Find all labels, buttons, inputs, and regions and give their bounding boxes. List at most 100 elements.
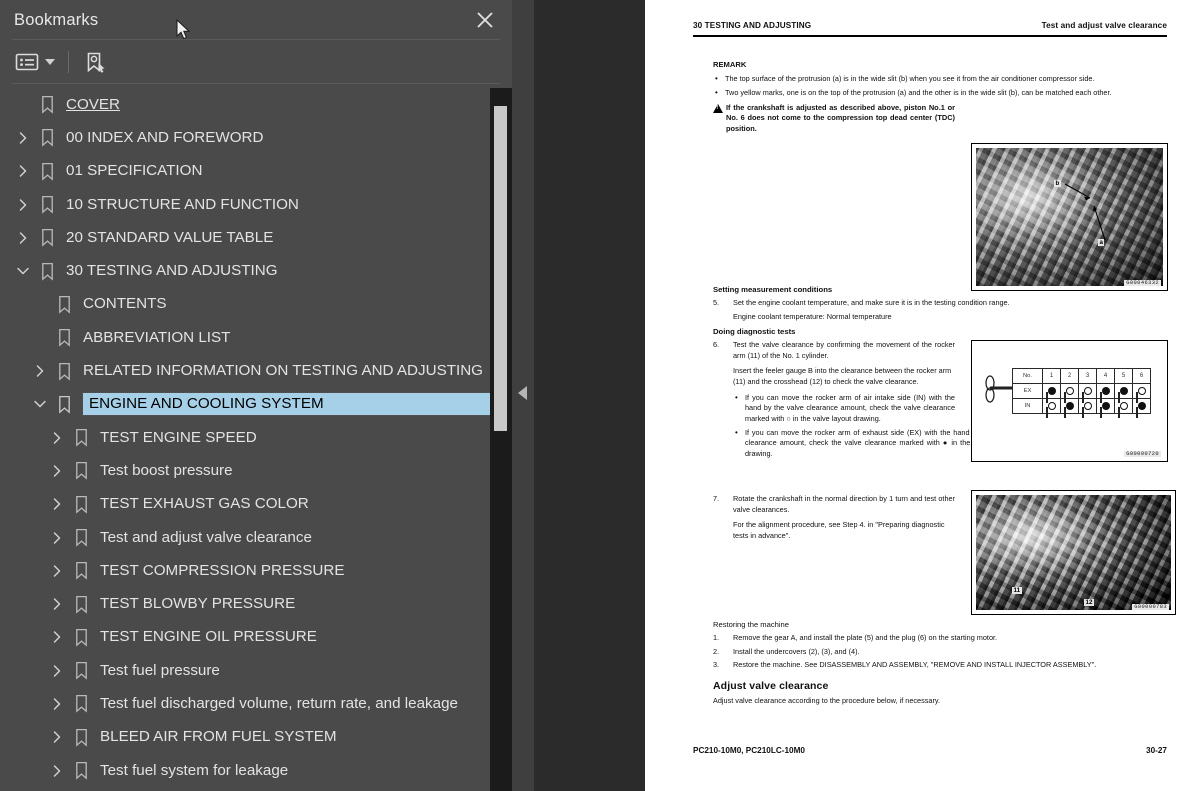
chevron-right-icon[interactable] [44,658,70,684]
scrollbar-thumb[interactable] [494,106,507,431]
toolbar-divider [68,51,69,73]
step-5: 5. Set the engine coolant temperature, a… [713,298,1167,309]
bookmark-label: 30 TESTING AND ADJUSTING [66,262,278,280]
step-6: 6. Test the valve clearance by confirmin… [713,340,955,361]
chevron-right-icon[interactable] [44,624,70,650]
bookmark-item[interactable]: CONTENTS [0,288,512,321]
restore-step-1: 1. Remove the gear A, and install the pl… [713,633,1167,644]
bookmark-item[interactable]: BLEED AIR FROM FUEL SYSTEM [0,721,512,754]
remark-bullet-list: The top surface of the protrusion (a) is… [713,73,1167,99]
chevron-right-icon[interactable] [10,192,36,218]
bookmark-label: TEST EXHAUST GAS COLOR [100,495,309,513]
bookmark-item[interactable]: TEST EXHAUST GAS COLOR [0,488,512,521]
step-number: 5. [713,298,720,307]
bookmark-label: TEST COMPRESSION PRESSURE [100,561,345,579]
bookmark-item[interactable]: Test fuel pressure [0,654,512,687]
bookmark-icon [70,593,92,615]
list-options-button[interactable] [14,47,55,77]
chevron-down-icon[interactable] [10,258,36,284]
chevron-right-icon[interactable] [10,158,36,184]
bookmarks-tree[interactable]: COVER 00 INDEX AND FOREWORD 01 SPECIFICATI… [0,88,512,791]
bookmark-icon [36,194,58,216]
bookmark-item[interactable]: TEST COMPRESSION PRESSURE [0,554,512,587]
panel-splitter[interactable] [512,0,534,791]
step-number: 2. [713,646,720,656]
bookmark-item[interactable]: 01 SPECIFICATION [0,155,512,188]
section-heading-restoring: Restoring the machine [713,620,789,629]
bookmark-item[interactable]: COVER [0,88,512,121]
bookmark-item[interactable]: RELATED INFORMATION ON TESTING AND ADJUS… [0,354,512,387]
bookmark-label: CONTENTS [83,295,167,313]
new-bookmark-button[interactable] [82,47,108,77]
bookmark-item[interactable]: TEST ENGINE SPEED [0,421,512,454]
step-6-paragraph-2: Insert the feeler gauge B into the clear… [733,366,952,386]
chevron-right-icon[interactable] [44,691,70,717]
footer-model: PC210-10M0, PC210LC-10M0 [693,746,805,755]
chevron-right-icon[interactable] [44,558,70,584]
list-item: Two yellow marks, one is on the top of t… [713,87,1167,99]
bookmark-label: Test boost pressure [100,461,233,479]
bookmarks-toolbar [0,40,512,84]
list-options-icon [14,51,40,73]
row-header: No. [1012,368,1043,384]
chevron-right-icon[interactable] [44,458,70,484]
page-footer: PC210-10M0, PC210LC-10M0 30-27 [693,746,1167,755]
bookmark-item[interactable]: ABBREVIATION LIST [0,321,512,354]
collapse-left-arrow-icon[interactable] [518,386,527,400]
restore-step-2: 2. Install the undercovers (2), (3), and… [713,647,1167,658]
chevron-right-icon[interactable] [44,525,70,551]
row-header: IN [1012,398,1043,414]
bookmark-item[interactable]: TEST ENGINE OIL PRESSURE [0,621,512,654]
valve-dot-filled [1101,402,1110,410]
col-6: 6 [1132,368,1151,384]
chevron-right-icon[interactable] [44,724,70,750]
document-viewer[interactable]: 30 TESTING AND ADJUSTING Test and adjust… [534,0,1200,791]
bookmark-label: BLEED AIR FROM FUEL SYSTEM [100,728,337,746]
pdf-page: 30 TESTING AND ADJUSTING Test and adjust… [645,0,1200,791]
figure-id: G00000783 [1132,604,1169,610]
valve-cell [1078,398,1097,418]
valve-dot-open [1083,387,1092,395]
bookmark-item[interactable]: TEST BLOWBY PRESSURE [0,587,512,620]
chevron-right-icon[interactable] [44,758,70,784]
callout-11: 11 [1012,587,1022,594]
step-7-paragraph-2: For the alignment procedure, see Step 4.… [733,520,945,540]
chevron-right-icon[interactable] [10,225,36,251]
bookmark-item[interactable]: Test boost pressure [0,454,512,487]
chevron-right-icon[interactable] [10,125,36,151]
bookmark-item[interactable]: 30 TESTING AND ADJUSTING [0,254,512,287]
bookmark-item[interactable]: ENGINE AND COOLING SYSTEM [0,388,512,421]
valve-stem [1117,407,1120,418]
bookmark-icon [70,560,92,582]
bookmark-item[interactable]: Test fuel discharged volume, return rate… [0,687,512,720]
bookmark-item[interactable]: 20 STANDARD VALUE TABLE [0,221,512,254]
bookmark-label: ENGINE AND COOLING SYSTEM [82,392,499,417]
remark-heading: REMARK [713,60,747,69]
step-6-bullet-list: If you can move the rocker arm of air in… [713,392,1013,459]
valve-cell [1132,398,1151,418]
bookmark-label: RELATED INFORMATION ON TESTING AND ADJUS… [83,362,483,380]
valve-dot-filled [1065,402,1074,410]
valve-dot-open [1119,402,1128,410]
close-icon[interactable] [474,9,496,31]
bookmark-item[interactable]: Test and adjust valve clearance [0,521,512,554]
panel-title: Bookmarks [14,10,99,29]
bookmarks-scrollbar[interactable] [490,88,512,791]
valve-stem [1081,407,1084,418]
chevron-right-icon[interactable] [27,358,53,384]
bookmark-item[interactable]: Test fuel system for leakage [0,754,512,787]
chevron-down-icon[interactable] [27,391,53,417]
adjust-valve-clearance-text: Adjust valve clearance according to the … [713,695,941,705]
chevron-right-icon[interactable] [44,491,70,517]
valve-dot-filled [1101,387,1110,395]
bookmark-label: Test and adjust valve clearance [100,528,312,546]
twisty-placeholder [27,325,53,351]
bookmark-icon [53,393,75,415]
bookmark-item[interactable]: 00 INDEX AND FOREWORD [0,121,512,154]
bookmark-icon [36,260,58,282]
warning-text: If the crankshaft is adjusted as describ… [726,102,955,133]
mouse-cursor [176,18,192,41]
chevron-right-icon[interactable] [44,591,70,617]
chevron-right-icon[interactable] [44,425,70,451]
bookmark-item[interactable]: 10 STRUCTURE AND FUNCTION [0,188,512,221]
